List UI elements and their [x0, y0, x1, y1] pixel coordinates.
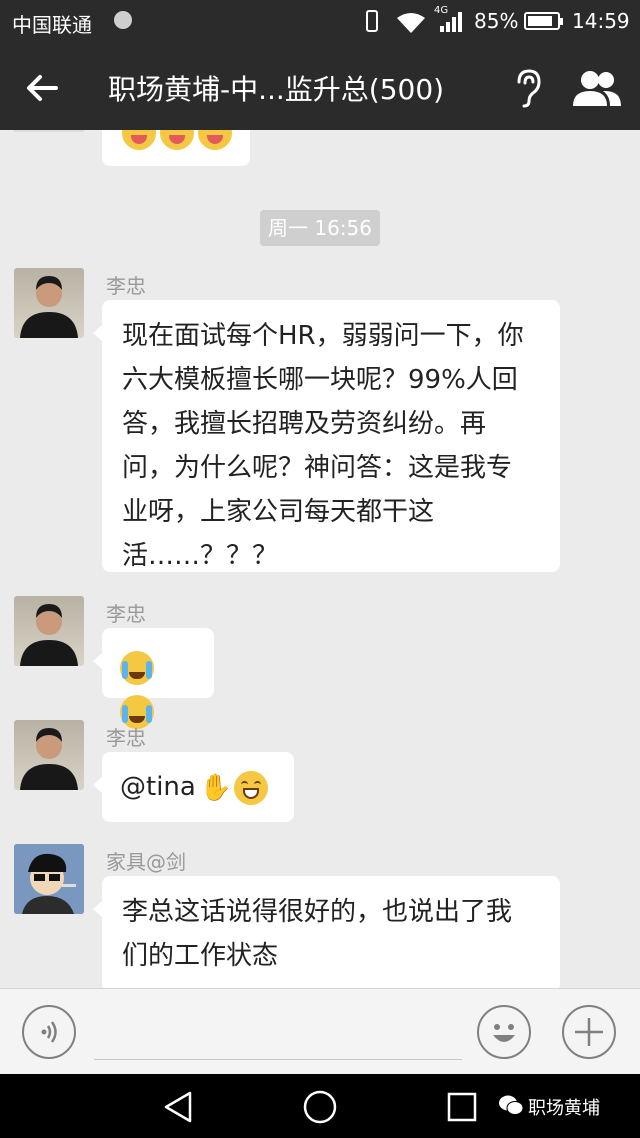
carrier-icon: [114, 11, 132, 29]
message-input-bar: [0, 988, 640, 1074]
text-input-field[interactable]: [94, 1059, 462, 1060]
recents-nav-icon[interactable]: [446, 1091, 478, 1123]
signal-icon: [440, 12, 464, 32]
message-bubble[interactable]: 李总这话说得很好的，也说出了我 们的工作状态: [93, 876, 560, 988]
status-bar: 中国联通 4G 85% 14:59: [0, 0, 640, 44]
tongue-emoji: [160, 130, 194, 150]
tongue-emoji: [198, 130, 232, 150]
avatar[interactable]: [14, 596, 84, 666]
wifi-icon: [397, 13, 425, 33]
chat-title-bar: 职场黄埔-中...监升总(500): [0, 44, 640, 130]
back-nav-icon[interactable]: [162, 1090, 194, 1124]
message-bubble[interactable]: 现在面试每个HR，弱弱问一下，你 六大模板擅长哪一块呢？99%人回 答，我擅长招…: [93, 300, 560, 572]
sender-name: 李忠: [106, 602, 146, 626]
sender-name: 李忠: [106, 274, 146, 298]
earpiece-mode-icon[interactable]: [510, 68, 544, 108]
voice-icon: [41, 1021, 57, 1043]
watermark-label: 职场黄埔: [528, 1098, 600, 1119]
grin-emoji: [234, 770, 269, 805]
home-nav-icon[interactable]: [302, 1089, 338, 1125]
avatar[interactable]: [14, 268, 84, 338]
group-members-icon[interactable]: [570, 68, 624, 108]
battery-percent: 85%: [474, 9, 519, 33]
battery-icon: [524, 12, 563, 30]
voice-input-button[interactable]: [22, 1005, 76, 1059]
more-functions-button[interactable]: [562, 1005, 616, 1059]
message-line: 六大模板擅长哪一块呢？99%人回: [122, 365, 518, 395]
message-line: 答，我擅长招聘及劳资纠纷。再: [122, 409, 487, 439]
tongue-emoji: [122, 130, 156, 150]
plus-icon: [575, 1018, 603, 1046]
message-line: 活……？？？: [122, 541, 279, 571]
previous-message-bubble: [102, 130, 250, 166]
mention-text: @tina: [120, 772, 196, 802]
sender-name: 家具@剑: [106, 850, 186, 874]
clock: 14:59: [572, 9, 630, 33]
wechat-logo-icon: [499, 1095, 524, 1115]
avatar[interactable]: [14, 844, 84, 914]
avatar[interactable]: [14, 720, 84, 790]
message-line: 现在面试每个HR，弱弱问一下，你: [122, 321, 524, 351]
chat-title: 职场黄埔-中...监升总(500): [108, 73, 445, 106]
back-arrow-icon[interactable]: [22, 68, 62, 108]
message-line: 们的工作状态: [122, 941, 279, 971]
message-line: 李总这话说得很好的，也说出了我: [122, 897, 513, 927]
message-timestamp: 周一 16:56: [260, 210, 380, 246]
message-bubble[interactable]: @tina ✋: [93, 752, 294, 822]
emoji-button[interactable]: [477, 1005, 531, 1059]
sender-name: 李忠: [106, 726, 146, 750]
system-navigation-bar: 职场黄埔: [0, 1074, 640, 1138]
carrier-label: 中国联通: [12, 13, 92, 37]
message-line: 业呀，上家公司每天都干这: [122, 497, 435, 527]
message-line: 问，为什么呢？神问答：这是我专: [122, 453, 513, 483]
facepalm-crying-emoji: [120, 650, 154, 685]
previous-avatar-edge: [14, 130, 84, 132]
chat-message-list[interactable]: 周一 16:56 李忠 现在面试每个HR，弱弱问一下，你 六大模板擅长哪一块呢？…: [0, 130, 640, 988]
smiley-icon: [493, 1024, 515, 1042]
message-bubble[interactable]: [93, 628, 214, 729]
vibrate-icon: [366, 10, 378, 32]
handshake-emoji: ✋: [199, 772, 233, 803]
